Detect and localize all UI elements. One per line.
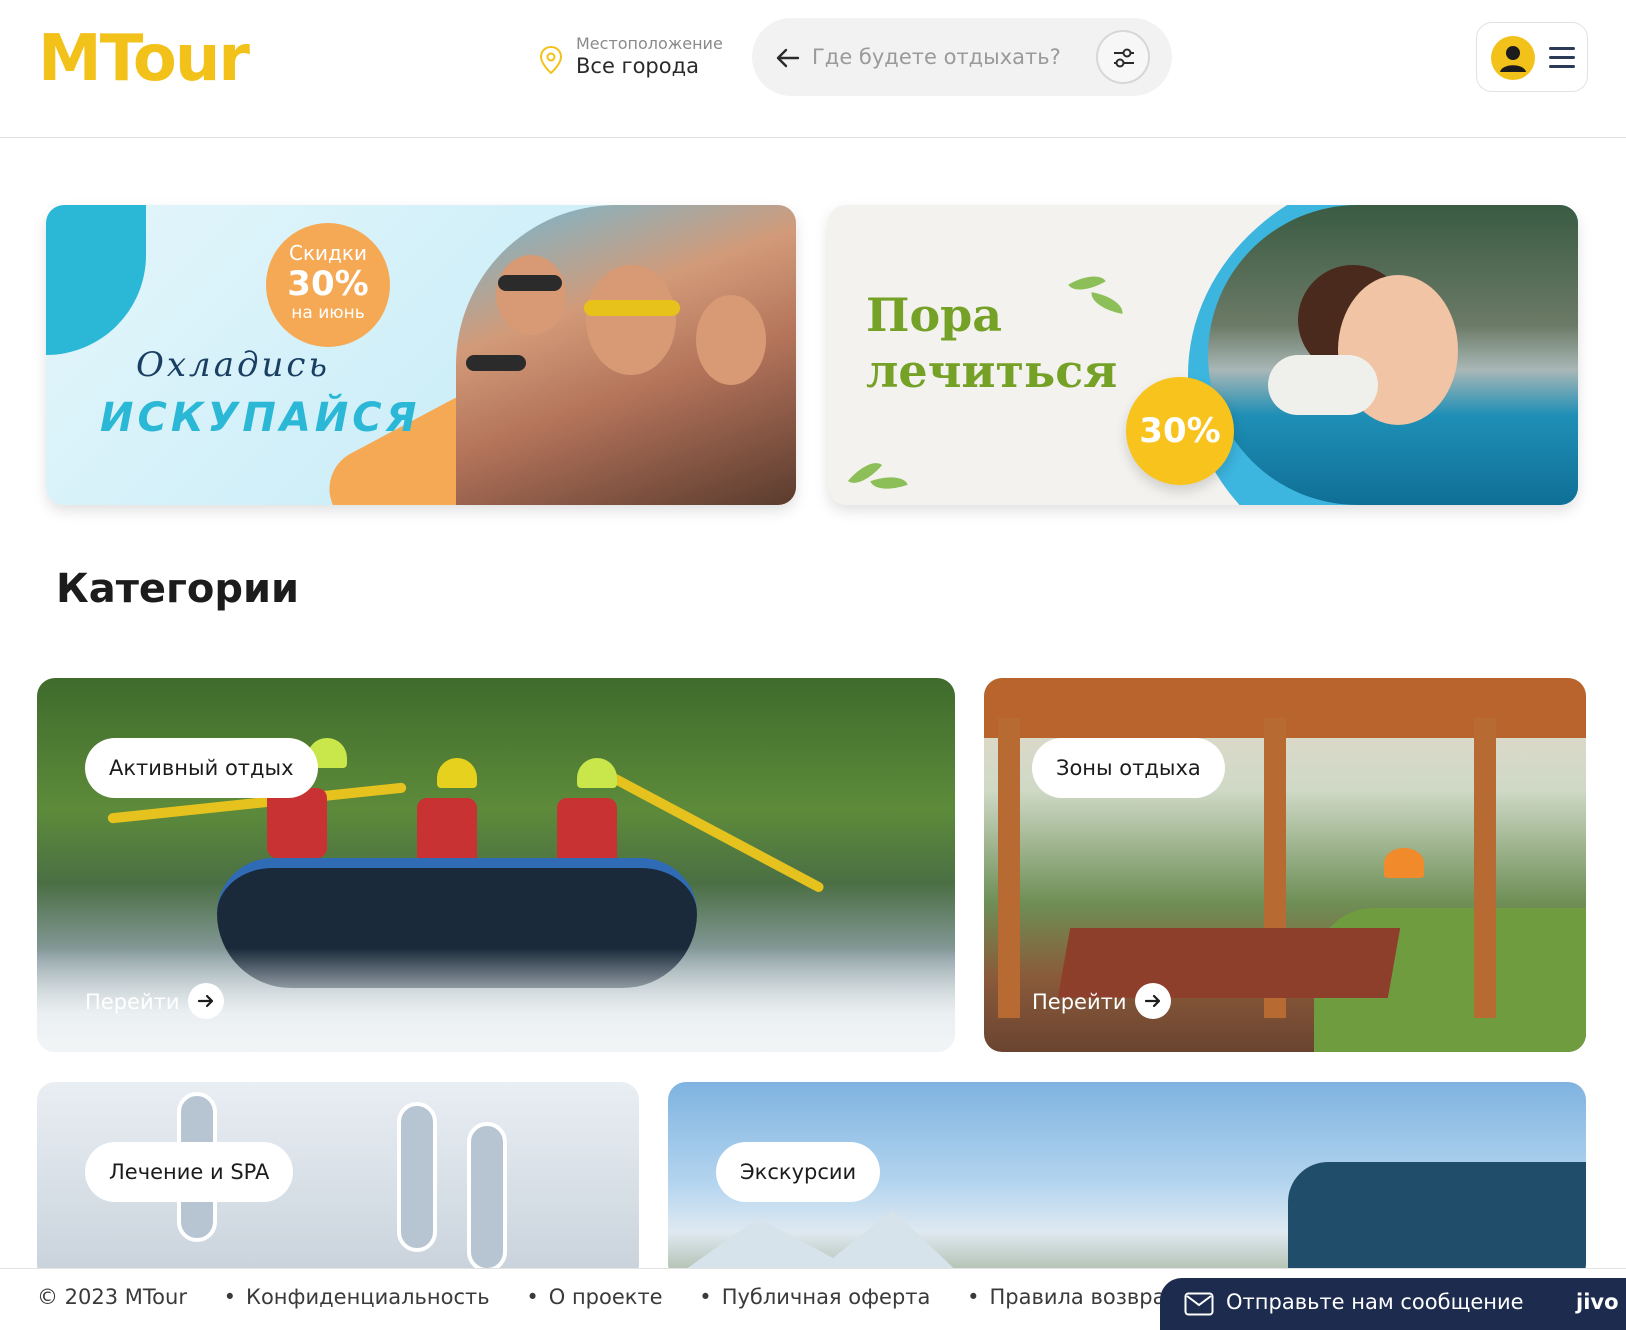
- category-card-spa[interactable]: Лечение и SPA: [37, 1082, 639, 1282]
- banner-subheadline: ИСКУПАЙСЯ: [100, 395, 421, 441]
- go-label: Перейти: [85, 990, 180, 1014]
- category-label: Экскурсии: [716, 1142, 881, 1202]
- chat-widget-button[interactable]: Отправьте нам сообщение jivo: [1160, 1278, 1626, 1330]
- arrow-right-icon: [187, 983, 224, 1019]
- window-decoration: [467, 1122, 507, 1272]
- fire-pit: [1384, 848, 1424, 878]
- banner-photo-spa: [1208, 205, 1578, 505]
- go-link[interactable]: Перейти: [1032, 982, 1171, 1022]
- footer-link-returns[interactable]: Правила возврат: [989, 1285, 1177, 1309]
- envelope-icon: [1184, 1292, 1214, 1316]
- footer-separator: •: [526, 1285, 539, 1309]
- user-icon[interactable]: [1491, 36, 1535, 80]
- location-label: Местоположение: [576, 34, 723, 53]
- rafter: [267, 788, 327, 858]
- banner-headline: Пора лечиться: [866, 287, 1117, 399]
- category-label: Зоны отдыха: [1032, 738, 1225, 798]
- footer-link-offer[interactable]: Публичная оферта: [722, 1285, 931, 1309]
- banner-line-2: лечиться: [866, 344, 1118, 398]
- tour-bus: [1288, 1162, 1586, 1282]
- filter-button[interactable]: [1096, 30, 1150, 84]
- window-decoration: [397, 1102, 437, 1252]
- site-header: MTour Местоположение Все города: [0, 0, 1626, 138]
- category-card-excursions[interactable]: Экскурсии: [668, 1082, 1586, 1282]
- badge-top-text: Скидки: [289, 241, 367, 265]
- helmet: [577, 758, 617, 788]
- location-pin-icon: [540, 46, 562, 74]
- chat-brand: jivo: [1576, 1290, 1619, 1314]
- banner-decoration: [46, 205, 146, 355]
- pergola-post: [1474, 718, 1496, 1018]
- location-selector[interactable]: Местоположение Все города: [540, 34, 740, 90]
- arrow-left-icon[interactable]: [774, 44, 802, 72]
- footer-separator: •: [223, 1285, 237, 1309]
- search-input[interactable]: [812, 38, 1082, 76]
- go-label: Перейти: [1032, 990, 1127, 1014]
- leaf-decoration: [870, 469, 908, 497]
- discount-badge: Скидки 30% на июнь: [266, 223, 390, 347]
- menu-icon[interactable]: [1549, 47, 1575, 69]
- footer-copyright: © 2023 MTour: [37, 1285, 187, 1309]
- search-bar: [752, 18, 1172, 96]
- banner-line-1: Пора: [866, 288, 1003, 342]
- location-value: Все города: [576, 54, 699, 78]
- arrow-right-icon: [1134, 983, 1171, 1019]
- category-card-rest-zones[interactable]: Зоны отдыха Перейти: [984, 678, 1586, 1052]
- filter-sliders-icon: [1114, 48, 1134, 68]
- promo-banner-spa[interactable]: Пора лечиться 30%: [828, 205, 1578, 505]
- logo[interactable]: MTour: [38, 22, 250, 96]
- footer-links: © 2023 MTour • Конфиденциальность • О прое…: [37, 1285, 1208, 1309]
- pergola-post: [998, 718, 1020, 1018]
- helmet: [437, 758, 477, 788]
- promo-banner-swim[interactable]: Скидки 30% на июнь Охладись ИСКУПАЙСЯ: [46, 205, 796, 505]
- categories-title: Категории: [56, 566, 300, 612]
- badge-bottom-text: на июнь: [291, 303, 365, 323]
- go-link[interactable]: Перейти: [85, 982, 224, 1022]
- footer-link-privacy[interactable]: Конфиденциальность: [246, 1285, 490, 1309]
- banner-photo-friends: [456, 205, 796, 505]
- category-card-active[interactable]: Активный отдых Перейти: [37, 678, 955, 1052]
- discount-badge: 30%: [1126, 377, 1234, 485]
- chat-label: Отправьте нам сообщение: [1226, 1290, 1524, 1314]
- category-label: Активный отдых: [85, 738, 318, 798]
- category-label: Лечение и SPA: [85, 1142, 294, 1202]
- user-menu[interactable]: [1476, 22, 1588, 92]
- badge-value: 30%: [287, 264, 369, 304]
- footer-separator: •: [699, 1285, 712, 1309]
- footer-link-about[interactable]: О проекте: [549, 1285, 663, 1309]
- footer-separator: •: [967, 1285, 980, 1309]
- banner-headline: Охладись: [136, 345, 330, 385]
